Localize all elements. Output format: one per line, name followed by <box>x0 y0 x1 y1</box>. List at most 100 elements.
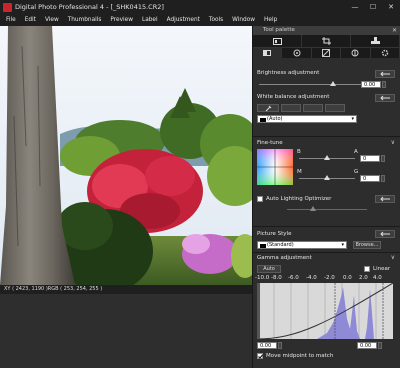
lens-icon <box>293 49 301 57</box>
brightness-value[interactable]: 0.00 <box>361 81 381 88</box>
mg-stepper[interactable] <box>381 175 385 182</box>
palette-close-button[interactable]: ✕ <box>392 26 397 35</box>
g-label: G <box>354 169 359 175</box>
menu-window[interactable]: Window <box>232 17 255 23</box>
reset-icon <box>380 196 390 202</box>
gamma-high-value[interactable]: 0.00 <box>357 342 377 349</box>
gamma-ticks: -10.0 -8.0 -6.0 -4.0 -2.0 0.0 2.0 4.0 <box>255 275 395 282</box>
palette-title-text: Tool palette <box>263 27 295 33</box>
brightness-slider-thumb[interactable] <box>330 81 336 86</box>
gamma-low-stepper[interactable] <box>278 342 282 349</box>
app-icon <box>3 2 12 12</box>
menu-file[interactable]: File <box>6 17 16 23</box>
wb-label: White balance adjustment <box>257 94 330 100</box>
wb-preset-1[interactable] <box>281 104 301 112</box>
reset-icon <box>380 231 390 237</box>
menu-thumbnails[interactable]: Thumbnails <box>68 17 102 23</box>
brightness-reset-button[interactable] <box>375 70 395 78</box>
crop-icon <box>321 37 331 45</box>
coords-readout: XY ( 2423, 1190 )RGB ( 253, 254, 255 ) <box>4 286 103 292</box>
color-wheel-grid[interactable] <box>257 149 293 185</box>
tool-palette: Tool palette ✕ Brightness adjustment 0.0… <box>252 26 400 368</box>
wb-preset-3[interactable] <box>325 104 345 112</box>
picture-style-reset-button[interactable] <box>375 230 395 238</box>
picture-style-select[interactable]: (Standard) ▾ <box>257 241 347 249</box>
gamma-tick: -10.0 <box>255 275 270 281</box>
maximize-button[interactable]: ☐ <box>364 0 382 14</box>
brightness-stepper[interactable] <box>382 81 386 88</box>
alo-reset-button[interactable] <box>375 195 395 203</box>
gamma-tick: -6.0 <box>288 275 299 281</box>
curve-icon <box>322 49 331 57</box>
ba-value[interactable]: 0 <box>360 155 380 162</box>
status-bar: XY ( 2423, 1190 )RGB ( 253, 254, 255 ) <box>0 285 252 294</box>
menu-adjustment[interactable]: Adjustment <box>167 17 200 23</box>
gamma-tick: -8.0 <box>271 275 282 281</box>
ba-stepper[interactable] <box>381 155 385 162</box>
viewer-empty-area <box>0 294 252 368</box>
gamma-low-value[interactable]: 0.00 <box>257 342 277 349</box>
alo-slider-track <box>287 209 367 210</box>
midpoint-label: Move midpoint to match <box>266 353 334 359</box>
gamma-tick: 2.0 <box>359 275 368 281</box>
wb-select[interactable]: (Auto) ▾ <box>257 115 357 123</box>
alo-label: Auto Lighting Optimizer <box>266 196 332 202</box>
menu-edit[interactable]: Edit <box>25 17 36 23</box>
tab-stamp[interactable] <box>351 35 400 47</box>
gamma-tick: -4.0 <box>306 275 317 281</box>
minimize-button[interactable]: — <box>346 0 364 14</box>
wb-preset-2[interactable] <box>303 104 323 112</box>
alo-checkbox[interactable] <box>257 196 263 202</box>
wb-reset-button[interactable] <box>375 94 395 102</box>
tab-crop[interactable] <box>302 35 351 47</box>
menu-preview[interactable]: Preview <box>110 17 133 23</box>
menu-tools[interactable]: Tools <box>209 17 223 23</box>
color-icon <box>351 49 359 57</box>
tab-settings[interactable] <box>371 48 400 58</box>
m-label: M <box>297 169 302 175</box>
mg-value[interactable]: 0 <box>360 175 380 182</box>
gamma-histogram[interactable] <box>257 283 393 339</box>
image-viewer[interactable] <box>0 26 252 285</box>
chevron-down-icon: ▾ <box>351 116 354 122</box>
collapse-icon[interactable]: ∨ <box>391 254 395 261</box>
palette-title: Tool palette ✕ <box>253 26 400 35</box>
wb-dropper-button[interactable] <box>257 104 279 112</box>
window-controls: — ☐ ✕ <box>346 0 400 14</box>
brightness-label: Brightness adjustment <box>257 70 320 76</box>
fine-tune-label: Fine-tune <box>257 140 283 146</box>
tab-curve[interactable] <box>312 48 342 58</box>
mg-slider-thumb[interactable] <box>324 175 330 180</box>
picture-style-label: Picture Style <box>257 231 292 237</box>
camera-icon <box>260 244 266 248</box>
title-bar: Digital Photo Professional 4 - [_SHK0415… <box>0 0 400 14</box>
gamma-label: Gamma adjustment <box>257 255 312 261</box>
tab-basic[interactable] <box>253 48 283 58</box>
menu-help[interactable]: Help <box>264 17 277 23</box>
exposure-icon <box>263 50 272 56</box>
browse-button[interactable]: Browse... <box>353 241 381 249</box>
gamma-high-stepper[interactable] <box>378 342 382 349</box>
gamma-auto-button[interactable]: Auto <box>257 265 281 273</box>
close-button[interactable]: ✕ <box>382 0 400 14</box>
divider <box>253 136 400 137</box>
brightness-slider-track[interactable] <box>259 84 369 85</box>
midpoint-checkbox[interactable] <box>257 353 263 359</box>
tab-tone[interactable] <box>282 48 312 58</box>
palette-sub-tabs <box>253 47 400 58</box>
collapse-icon[interactable]: ∨ <box>391 139 395 146</box>
tab-adjust[interactable] <box>253 35 302 47</box>
alo-slider-thumb <box>310 206 316 211</box>
menu-label[interactable]: Label <box>142 17 158 23</box>
menu-view[interactable]: View <box>45 17 59 23</box>
divider <box>253 226 400 227</box>
gamma-tick: 0.0 <box>343 275 352 281</box>
palette-main-tabs <box>253 35 400 47</box>
gamma-tick: -2.0 <box>324 275 335 281</box>
tab-color[interactable] <box>341 48 371 58</box>
ba-slider-thumb[interactable] <box>324 155 330 160</box>
wb-select-value: (Auto) <box>267 116 283 122</box>
settings-icon <box>381 49 389 57</box>
reset-icon <box>380 95 390 101</box>
linear-checkbox[interactable] <box>364 266 370 272</box>
